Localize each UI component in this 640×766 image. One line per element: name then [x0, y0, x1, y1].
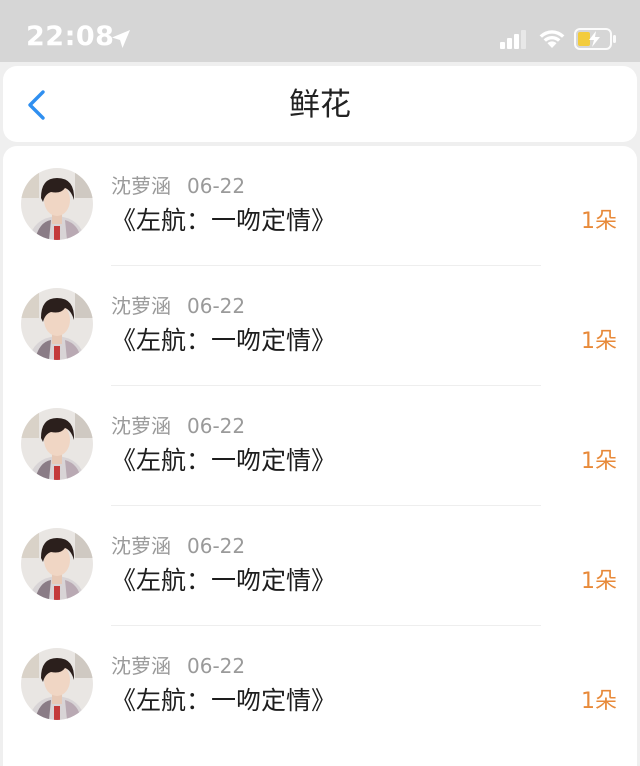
sender-name: 沈萝涵	[111, 414, 171, 438]
list-item[interactable]: 沈萝涵 06-22 《左航：一吻定情》 1朵	[3, 266, 637, 386]
item-title: 《左航：一吻定情》	[111, 206, 337, 235]
item-date: 06-22	[187, 294, 246, 318]
sender-name: 沈萝涵	[111, 174, 171, 198]
flower-count: 1朵	[581, 329, 617, 354]
flower-count: 1朵	[581, 689, 617, 714]
flower-count: 1朵	[581, 449, 617, 474]
status-bar: 22:08	[0, 0, 640, 62]
avatar[interactable]	[21, 168, 93, 240]
avatar[interactable]	[21, 288, 93, 360]
item-title: 《左航：一吻定情》	[111, 446, 337, 475]
item-date: 06-22	[187, 414, 246, 438]
item-date: 06-22	[187, 654, 246, 678]
item-meta: 沈萝涵 06-22	[111, 654, 245, 678]
location-arrow-icon	[112, 30, 130, 48]
item-date: 06-22	[187, 174, 246, 198]
list-item[interactable]: 沈萝涵 06-22 《左航：一吻定情》 1朵	[3, 146, 637, 266]
wifi-icon	[539, 30, 565, 48]
battery-charging-icon	[574, 28, 616, 50]
flower-count: 1朵	[581, 569, 617, 594]
list-item[interactable]: 沈萝涵 06-22 《左航：一吻定情》 1朵	[3, 506, 637, 626]
item-meta: 沈萝涵 06-22	[111, 414, 245, 438]
flower-gift-list: 沈萝涵 06-22 《左航：一吻定情》 1朵 沈萝涵 06-22 《左航：一吻定情》	[3, 146, 637, 766]
list-item[interactable]: 沈萝涵 06-22 《左航：一吻定情》 1朵	[3, 626, 637, 746]
avatar[interactable]	[21, 408, 93, 480]
list-item[interactable]: 沈萝涵 06-22 《左航：一吻定情》 1朵	[3, 386, 637, 506]
sender-name: 沈萝涵	[111, 294, 171, 318]
page-title: 鲜花	[289, 87, 351, 123]
sender-name: 沈萝涵	[111, 534, 171, 558]
item-date: 06-22	[187, 534, 246, 558]
item-title: 《左航：一吻定情》	[111, 326, 337, 355]
item-title: 《左航：一吻定情》	[111, 566, 337, 595]
avatar[interactable]	[21, 648, 93, 720]
sender-name: 沈萝涵	[111, 654, 171, 678]
item-title: 《左航：一吻定情》	[111, 686, 337, 715]
flower-count: 1朵	[581, 209, 617, 234]
item-meta: 沈萝涵 06-22	[111, 534, 245, 558]
avatar[interactable]	[21, 528, 93, 600]
item-meta: 沈萝涵 06-22	[111, 294, 245, 318]
status-time: 22:08	[26, 21, 115, 52]
navigation-header: 鲜花	[3, 66, 637, 142]
cellular-signal-icon	[500, 30, 526, 49]
item-meta: 沈萝涵 06-22	[111, 174, 245, 198]
